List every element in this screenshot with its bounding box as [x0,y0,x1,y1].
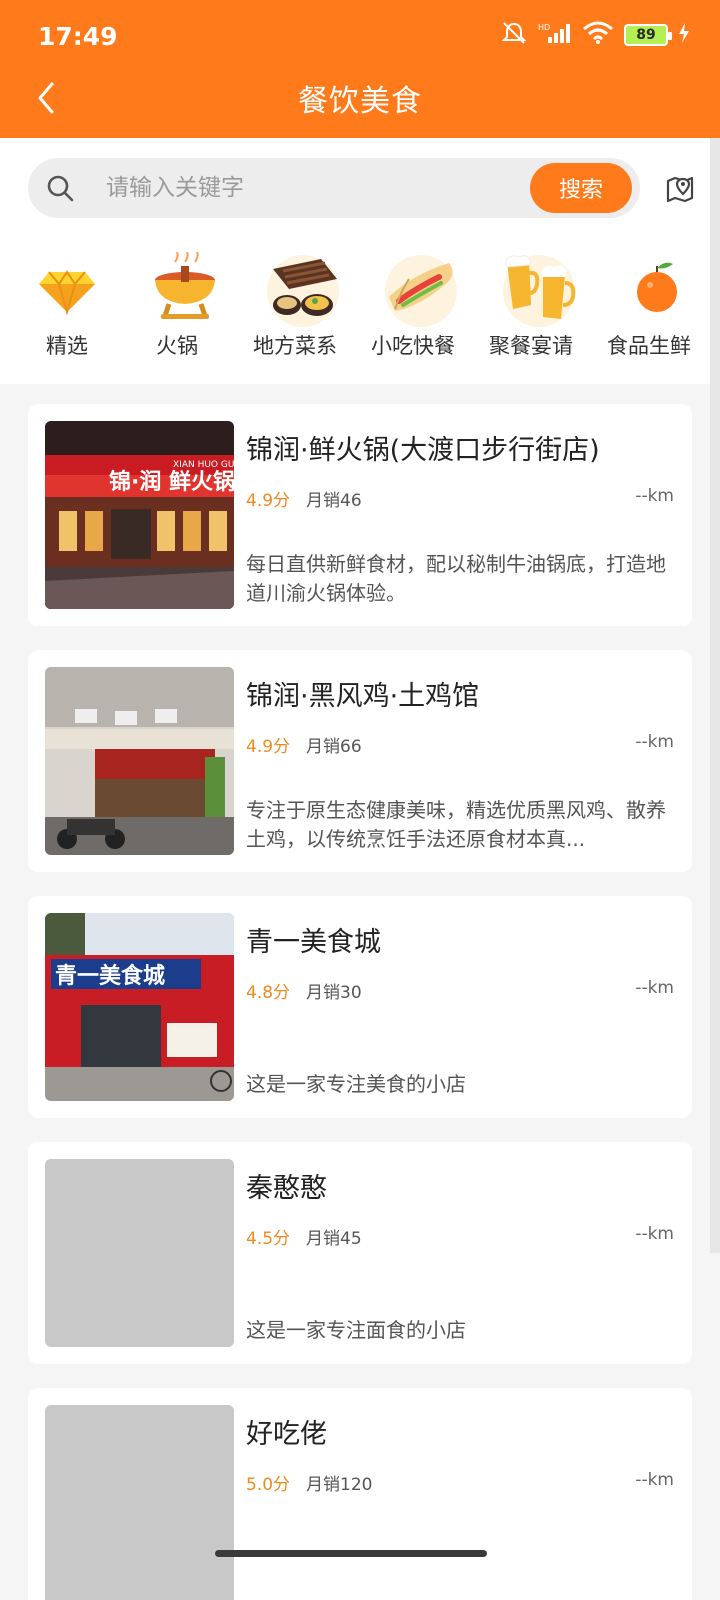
hd-signal-icon: HD [538,21,572,49]
store-monthly-sales: 月销46 [306,491,362,511]
store-distance: --km [635,978,674,998]
category-item-banquet[interactable]: 聚餐宴请 [472,238,590,366]
store-photo: 青一美食城 [45,913,234,1101]
category-item-fresh-food[interactable]: 食品生鲜 [590,238,708,366]
category-label: 地方菜系 [253,334,337,358]
category-item-featured[interactable]: 精选 [0,238,118,366]
status-icons: HD 89 [500,20,690,50]
store-monthly-sales: 月销30 [306,983,362,1003]
store-card[interactable]: 锦·润 鲜火锅 XIAN HUO GUO 锦润·鲜火锅(大渡口步行街店) 4.9… [28,404,692,626]
store-name: 好吃佬 [246,1419,327,1450]
store-photo-placeholder [45,1159,234,1347]
store-name: 锦润·黑风鸡·土鸡馆 [246,681,480,712]
search-and-category-panel: 搜索 精选 火锅 [0,138,720,384]
scrollbar[interactable] [710,138,720,1253]
category-label: 小吃快餐 [371,334,455,358]
hotpot-icon [143,246,227,330]
store-rating: 4.5分 [246,1229,291,1249]
search-icon [47,175,74,202]
map-button[interactable] [656,164,704,212]
store-rating: 5.0分 [246,1475,291,1495]
store-name: 锦润·鲜火锅(大渡口步行街店) [246,435,600,466]
store-description: 专注于原生态健康美味，精选优质黑风鸡、散养土鸡，以传统烹饪手法还原食材本真... [246,798,666,851]
orange-fruit-icon [615,246,699,330]
charging-icon [678,23,690,47]
store-description: 每日直供新鲜食材，配以秘制牛油锅底，打造地道川渝火锅体验。 [246,552,666,605]
store-photo [45,667,234,855]
storefront-sign-pinyin: XIAN HUO GUO [173,460,234,470]
store-distance: --km [635,486,674,506]
store-description: 这是一家专注面食的小店 [246,1318,466,1342]
map-pin-icon [666,176,694,203]
beer-cheers-icon [497,246,581,330]
store-distance: --km [635,1470,674,1490]
category-item-local-cuisine[interactable]: 地方菜系 [236,238,354,366]
store-monthly-sales: 月销66 [306,737,362,757]
category-label: 食品生鲜 [607,334,691,358]
store-rating: 4.8分 [246,983,291,1003]
store-distance: --km [635,732,674,752]
store-distance: --km [635,1224,674,1244]
search-button[interactable]: 搜索 [530,163,632,213]
status-time: 17:49 [38,22,118,51]
food-dining-screen: 17:49 HD 89 餐饮美食 搜索 [0,0,720,1600]
wrap-snack-icon [379,246,463,330]
store-name: 秦憨憨 [246,1173,327,1204]
category-label: 火锅 [156,334,198,358]
store-card[interactable]: 好吃佬 5.0分 月销120 --km [28,1388,692,1600]
store-card[interactable]: 秦憨憨 4.5分 月销45 --km 这是一家专注面食的小店 [28,1142,692,1364]
storefront-sign: 锦·润 鲜火锅 [109,469,234,495]
search-bar: 搜索 [28,158,640,218]
app-header: 17:49 HD 89 餐饮美食 [0,0,720,138]
mute-icon [500,20,528,50]
page-title: 餐饮美食 [298,84,422,119]
store-description: 这是一家专注美食的小店 [246,1072,466,1096]
store-rating: 4.9分 [246,737,291,757]
category-item-hotpot[interactable]: 火锅 [118,238,236,366]
store-monthly-sales: 月销45 [306,1229,362,1249]
svg-text:HD: HD [538,23,550,32]
store-monthly-sales: 月销120 [306,1475,373,1495]
store-rating: 4.9分 [246,491,291,511]
category-list: 精选 火锅 地方菜系 小吃快餐 聚餐宴请 食品生鲜 [0,238,720,366]
home-indicator[interactable] [215,1550,487,1557]
store-photo: 锦·润 鲜火锅 XIAN HUO GUO [45,421,234,609]
battery-icon: 89 [624,24,672,46]
search-input[interactable] [106,168,536,208]
store-card[interactable]: 锦润·黑风鸡·土鸡馆 4.9分 月销66 --km 专注于原生态健康美味，精选优… [28,650,692,872]
wifi-icon [582,21,614,49]
category-label: 聚餐宴请 [489,334,573,358]
category-label: 精选 [46,334,88,358]
storefront-sign: 青一美食城 [55,963,165,989]
diamond-icon [25,246,109,330]
store-name: 青一美食城 [246,927,381,958]
category-item-snacks[interactable]: 小吃快餐 [354,238,472,366]
store-photo-placeholder [45,1405,234,1600]
store-card[interactable]: 青一美食城 青一美食城 4.8分 月销30 --km 这是一家专注美食的小店 [28,896,692,1118]
local-cuisine-icon [261,246,345,330]
